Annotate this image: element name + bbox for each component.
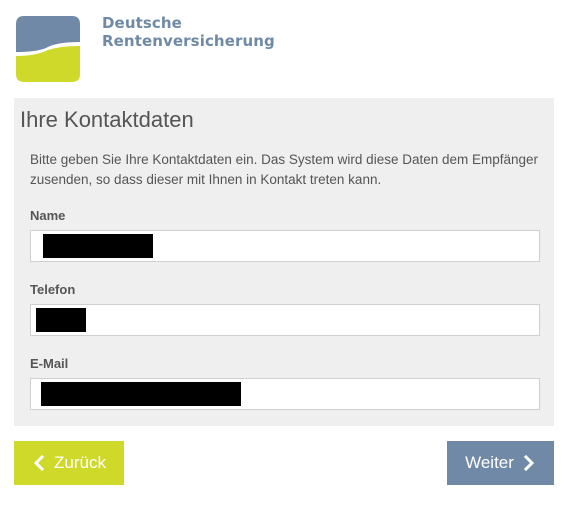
email-label: E-Mail xyxy=(30,356,69,371)
drv-logo-icon xyxy=(16,16,80,82)
redacted-email-value xyxy=(41,382,241,406)
back-button-label: Zurück xyxy=(54,453,106,472)
contact-panel: Ihre Kontaktdaten Bitte geben Sie Ihre K… xyxy=(14,98,554,426)
brand-line-1: Deutsche xyxy=(102,14,182,32)
brand-line-2: Rentenversicherung xyxy=(102,32,275,50)
form-description: Bitte geben Sie Ihre Kontaktdaten ein. D… xyxy=(30,152,539,187)
chevron-left-icon xyxy=(33,455,45,471)
telefon-label: Telefon xyxy=(30,282,76,297)
email-field[interactable] xyxy=(30,378,540,410)
redacted-telefon-value xyxy=(36,308,86,332)
name-field[interactable] xyxy=(30,230,540,262)
page-title: Ihre Kontaktdaten xyxy=(20,107,194,132)
chevron-right-icon xyxy=(523,455,535,471)
back-button[interactable]: Zurück xyxy=(14,441,124,485)
next-button[interactable]: Weiter xyxy=(447,441,554,485)
name-label: Name xyxy=(30,208,66,223)
brand-wordmark: Deutsche Rentenversicherung xyxy=(102,14,275,50)
next-button-label: Weiter xyxy=(465,453,514,472)
redacted-name-value xyxy=(43,234,153,258)
telefon-field[interactable] xyxy=(30,304,540,336)
